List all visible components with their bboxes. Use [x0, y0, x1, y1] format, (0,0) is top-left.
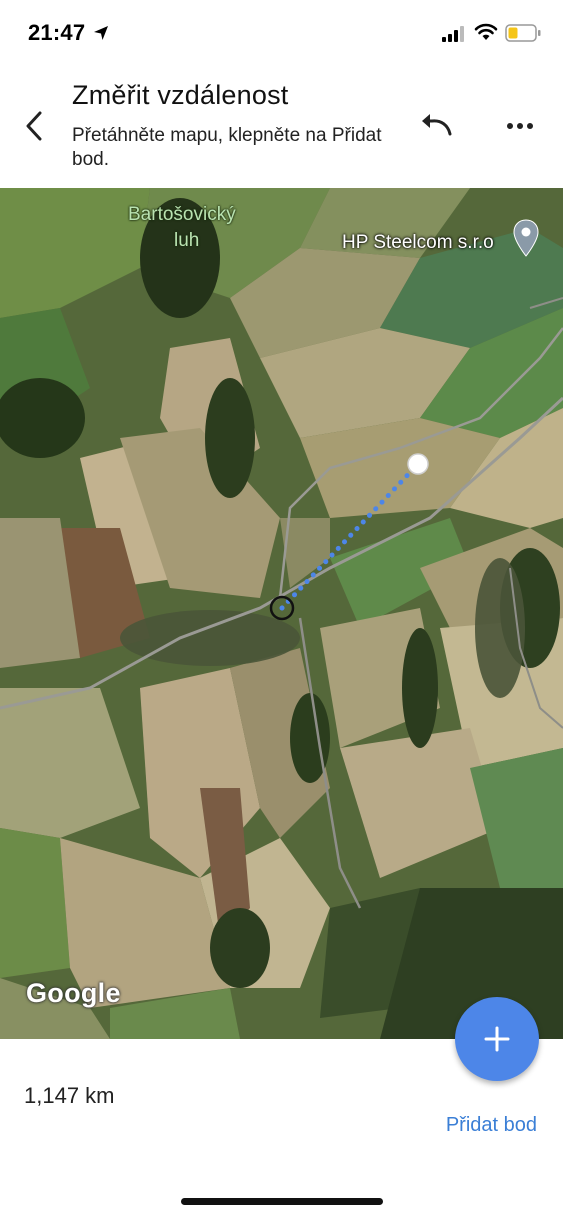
home-indicator[interactable]	[181, 1198, 383, 1205]
location-arrow-icon	[94, 26, 108, 40]
measure-line	[279, 461, 421, 611]
google-logo: Google	[26, 978, 121, 1008]
undo-icon	[422, 114, 452, 136]
status-time: 21:47	[28, 20, 86, 45]
map-pin-icon[interactable]	[512, 218, 540, 258]
page-title: Změřit vzdálenost	[72, 80, 289, 110]
more-options-button[interactable]	[500, 110, 542, 146]
place-label-line1: Bartošovický	[128, 204, 236, 225]
undo-button[interactable]	[416, 110, 458, 146]
header: Změřit vzdálenost Přetáhněte mapu, klepn…	[0, 66, 563, 188]
status-bar: 21:47	[0, 0, 563, 66]
place-label-line2: luh	[174, 230, 200, 251]
measure-end-point	[407, 453, 429, 475]
cellular-signal-icon	[442, 26, 464, 42]
add-point-fab[interactable]	[455, 997, 539, 1081]
satellite-map[interactable]: Bartošovický luh HP Steelcom s.r.o Googl…	[0, 188, 563, 1039]
measurement-overlay	[269, 453, 429, 621]
add-point-button[interactable]: Přidat bod	[446, 1114, 537, 1137]
plus-icon	[484, 1026, 510, 1052]
more-horizontal-icon	[507, 123, 533, 129]
wifi-icon	[474, 23, 498, 40]
back-button[interactable]	[16, 106, 52, 146]
poi-label[interactable]: HP Steelcom s.r.o	[342, 232, 494, 254]
battery-icon	[505, 24, 541, 42]
distance-value: 1,147 km	[24, 1083, 115, 1108]
chevron-left-icon	[26, 111, 42, 141]
page-subtitle: Přetáhněte mapu, klepněte na Přidat bod.	[72, 125, 382, 170]
